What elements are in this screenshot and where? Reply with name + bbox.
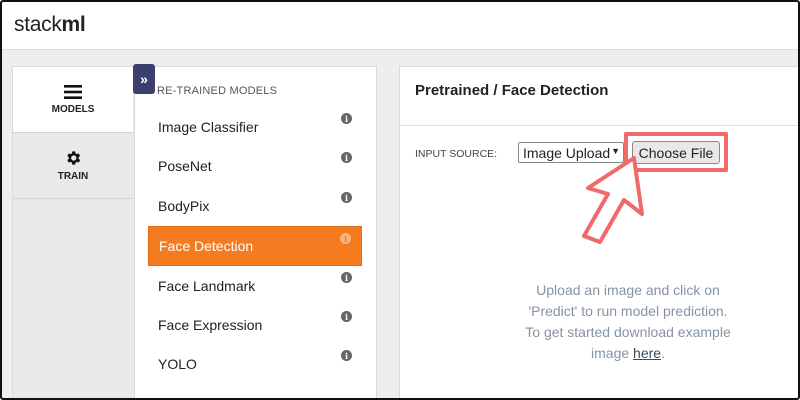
model-item-bodypix[interactable]: BodyPix i [148,186,362,226]
side-rail: MODELS TRAIN [12,66,134,398]
logo-text-regular: stack [14,13,62,36]
model-item-image-classifier[interactable]: Image Classifier i [148,107,362,147]
info-icon[interactable]: i [341,350,352,361]
model-item-yolo[interactable]: YOLO i [148,344,362,384]
model-item-face-expression[interactable]: Face Expression i [148,305,362,345]
rail-item-models[interactable]: MODELS [13,67,133,133]
double-chevron-right-icon: » [140,71,148,87]
models-list-heading: RE-TRAINED MODELS [157,85,278,97]
app-window: stackml MODELS TRAIN » RE-TRAINED MODELS… [0,0,800,400]
info-icon[interactable]: i [341,311,352,322]
upload-line-4-suffix: . [661,345,665,361]
info-icon[interactable]: i [341,113,352,124]
info-icon[interactable]: i [341,192,352,203]
model-item-label: YOLO [158,356,197,372]
pointer-arrow-icon [582,156,644,244]
info-icon[interactable]: i [341,152,352,163]
example-image-link[interactable]: here [633,345,661,361]
gear-icon [67,151,81,165]
title-divider [400,125,798,126]
input-source-label: INPUT SOURCE: [415,148,498,160]
info-icon[interactable]: i [341,272,352,283]
page-title: Pretrained / Face Detection [415,82,609,99]
model-item-label: Face Detection [159,238,254,254]
model-item-face-landmark[interactable]: Face Landmark i [148,266,362,306]
model-item-label: Face Landmark [158,278,256,294]
upload-line-1: Upload an image and click on [536,282,720,298]
upload-line-4: image here. [500,343,756,364]
collapse-sidebar-button[interactable]: » [133,64,155,94]
model-item-label: Image Classifier [158,119,259,135]
model-item-face-detection[interactable]: Face Detection i [148,226,362,266]
top-bar: stackml [2,2,798,50]
upload-line-4-prefix: image [591,345,634,361]
hamburger-menu-icon [64,85,82,99]
model-item-label: PoseNet [158,158,212,174]
model-item-label: Face Expression [158,317,263,333]
rail-item-train-label: TRAIN [57,171,89,182]
app-logo[interactable]: stackml [14,13,86,37]
model-item-label: BodyPix [158,198,210,214]
logo-text-bold: ml [61,13,86,36]
rail-item-train[interactable]: TRAIN [13,133,133,199]
rail-item-models-label: MODELS [51,104,95,115]
model-item-posenet[interactable]: PoseNet i [148,146,362,186]
upload-instructions: Upload an image and click on 'Predict' t… [500,280,756,364]
upload-line-2: 'Predict' to run model prediction. [528,303,728,319]
info-icon[interactable]: i [340,233,351,244]
upload-line-3: To get started download example [525,324,731,340]
